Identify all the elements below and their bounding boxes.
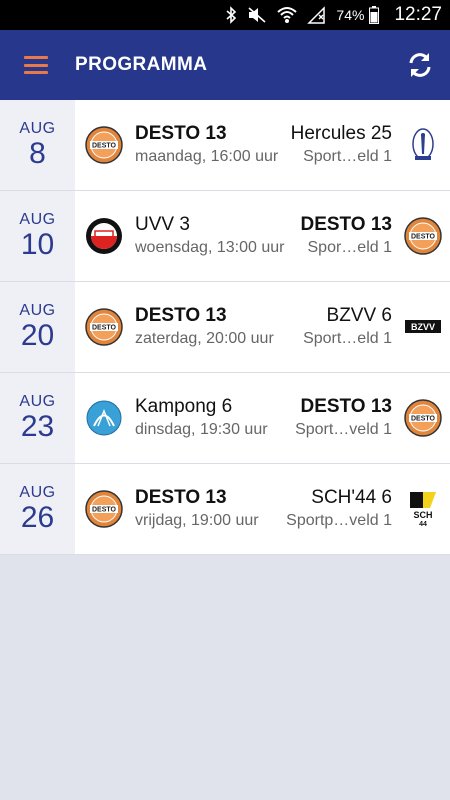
svg-text:DESTO: DESTO xyxy=(92,325,117,332)
match-details: DESTO DESTO 13 BZVV 6 zaterdag, 20:00 uur S… xyxy=(75,282,450,372)
date-day: 20 xyxy=(20,319,55,352)
date-month: AUG xyxy=(19,120,56,137)
match-date: AUG 26 xyxy=(0,464,75,554)
battery-icon xyxy=(369,6,380,24)
desto-logo-icon: DESTO xyxy=(85,126,123,164)
home-team-logo xyxy=(85,399,123,437)
mute-icon xyxy=(247,6,267,24)
hamburger-icon xyxy=(24,56,48,74)
match-info: DESTO 13 SCH'44 6 vrijdag, 19:00 uur Sportp… xyxy=(123,486,404,532)
svg-text:BZVV: BZVV xyxy=(411,322,435,332)
match-time: maandag, 16:00 uur xyxy=(135,148,279,165)
date-day: 26 xyxy=(20,501,55,534)
away-team: DESTO 13 xyxy=(300,214,392,235)
match-venue: Sport…eld 1 xyxy=(303,330,392,347)
date-day: 23 xyxy=(20,410,55,443)
match-row[interactable]: AUG 8 DESTO DESTO 13 Hercules 25 maandag, 1… xyxy=(0,100,450,191)
kampong-logo-icon xyxy=(86,400,122,436)
page-title: PROGRAMMA xyxy=(75,54,208,75)
match-details: Kampong 6 DESTO 13 dinsdag, 19:30 uur Sport… xyxy=(75,373,450,463)
bzvv-logo-icon: BZVV xyxy=(405,320,441,333)
home-team: DESTO 13 xyxy=(135,123,227,144)
match-time: dinsdag, 19:30 uur xyxy=(135,421,268,438)
date-month: AUG xyxy=(19,393,56,410)
hercules-logo-icon xyxy=(412,128,434,160)
battery-percentage: 74% xyxy=(336,7,365,23)
match-time: woensdag, 13:00 uur xyxy=(135,239,285,256)
date-month: AUG xyxy=(19,302,56,319)
home-team-logo xyxy=(85,217,123,255)
menu-button[interactable] xyxy=(0,30,72,100)
svg-text:44: 44 xyxy=(419,521,427,528)
app-bar: PROGRAMMA xyxy=(0,30,450,100)
svg-text:SCH: SCH xyxy=(413,510,432,520)
match-info: UVV 3 DESTO 13 woensdag, 13:00 uur Spor…eld… xyxy=(123,213,404,259)
away-team: Hercules 25 xyxy=(290,123,392,144)
match-date: AUG 10 xyxy=(0,191,75,281)
match-details: DESTO DESTO 13 SCH'44 6 vrijdag, 19:00 uur… xyxy=(75,464,450,554)
home-team-logo: DESTO xyxy=(85,308,123,346)
home-team-logo: DESTO xyxy=(85,126,123,164)
match-details: UVV 3 DESTO 13 woensdag, 13:00 uur Spor…eld… xyxy=(75,191,450,281)
match-info: DESTO 13 BZVV 6 zaterdag, 20:00 uur Sport…e… xyxy=(123,304,404,350)
svg-text:DESTO: DESTO xyxy=(411,416,436,423)
match-venue: Sportp…veld 1 xyxy=(286,512,392,529)
match-row[interactable]: AUG 23 Kampong 6 DESTO 13 dinsdag, 19:30 uu… xyxy=(0,373,450,464)
wifi-icon xyxy=(277,6,298,24)
match-venue: Sport…eld 1 xyxy=(303,148,392,165)
away-team: BZVV 6 xyxy=(326,305,392,326)
away-team-logo: SCH 44 xyxy=(404,490,442,528)
no-signal-icon xyxy=(307,6,326,24)
match-row[interactable]: AUG 10 UVV 3 DESTO 13 woensdag, 13:00 uur Sp… xyxy=(0,191,450,282)
date-day: 8 xyxy=(29,137,46,170)
home-team: Kampong 6 xyxy=(135,396,233,417)
match-details: DESTO DESTO 13 Hercules 25 maandag, 16:00 … xyxy=(75,100,450,190)
refresh-button[interactable] xyxy=(390,30,450,100)
match-date: AUG 20 xyxy=(0,282,75,372)
desto-logo-icon: DESTO xyxy=(85,308,123,346)
home-team: DESTO 13 xyxy=(135,305,227,326)
svg-text:DESTO: DESTO xyxy=(411,234,436,241)
home-team-logo: DESTO xyxy=(85,490,123,528)
home-team: UVV 3 xyxy=(135,214,190,235)
away-team-logo xyxy=(404,126,442,164)
svg-text:DESTO: DESTO xyxy=(92,143,117,150)
home-team: DESTO 13 xyxy=(135,487,227,508)
match-venue: Spor…eld 1 xyxy=(307,239,393,256)
match-row[interactable]: AUG 20 DESTO DESTO 13 BZVV 6 zaterdag, 20:0… xyxy=(0,282,450,373)
match-info: Kampong 6 DESTO 13 dinsdag, 19:30 uur Sport… xyxy=(123,395,404,441)
status-bar: 74% 12:27 xyxy=(0,0,450,30)
date-day: 10 xyxy=(20,228,55,261)
away-team: DESTO 13 xyxy=(300,396,392,417)
match-venue: Sport…veld 1 xyxy=(295,421,392,438)
svg-text:DESTO: DESTO xyxy=(92,507,117,514)
date-month: AUG xyxy=(19,211,56,228)
desto-logo-icon: DESTO xyxy=(404,217,442,255)
refresh-icon xyxy=(409,53,431,77)
desto-logo-icon: DESTO xyxy=(404,399,442,437)
desto-logo-icon: DESTO xyxy=(85,490,123,528)
match-time: vrijdag, 19:00 uur xyxy=(135,512,259,529)
match-list: AUG 8 DESTO DESTO 13 Hercules 25 maandag, 1… xyxy=(0,100,450,555)
away-team-logo: DESTO xyxy=(404,399,442,437)
away-team-logo: DESTO xyxy=(404,217,442,255)
sch44-logo-icon: SCH 44 xyxy=(410,492,436,528)
match-time: zaterdag, 20:00 uur xyxy=(135,330,274,347)
uvv-logo-icon xyxy=(86,218,122,254)
match-date: AUG 23 xyxy=(0,373,75,463)
away-team: SCH'44 6 xyxy=(311,487,392,508)
bluetooth-icon xyxy=(225,6,237,24)
clock: 12:27 xyxy=(394,4,442,25)
match-date: AUG 8 xyxy=(0,100,75,190)
away-team-logo: BZVV xyxy=(404,308,442,346)
match-row[interactable]: AUG 26 DESTO DESTO 13 SCH'44 6 vrijdag, 19:… xyxy=(0,464,450,555)
date-month: AUG xyxy=(19,484,56,501)
match-info: DESTO 13 Hercules 25 maandag, 16:00 uur Spo… xyxy=(123,122,404,168)
